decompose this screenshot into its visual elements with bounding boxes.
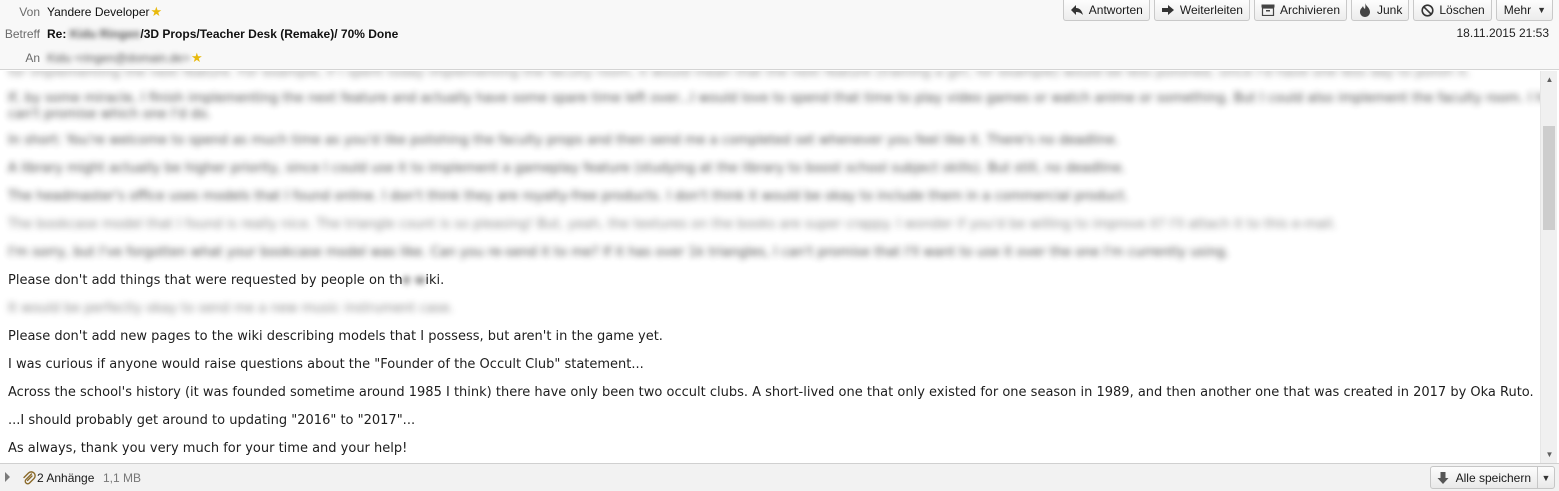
- body-paragraph: I'm sorry, but I've forgotten what your …: [8, 245, 1230, 260]
- more-button[interactable]: Mehr ▼: [1495, 0, 1553, 21]
- body-paragraph-wiki: Please don't add things that were reques…: [8, 273, 444, 289]
- save-all-label: Alle speichern: [1455, 470, 1531, 485]
- message-toolbar: Antworten Weiterleiten Archivieren Junk …: [1062, 0, 1553, 21]
- body-paragraph: If, by some miracle, I finish implementi…: [8, 91, 1540, 106]
- body-paragraph: The headmaster's office uses models that…: [8, 189, 1129, 204]
- message-header: Von Yandere Developer ★ Betreff Re: Kidu…: [0, 0, 1559, 70]
- vertical-scrollbar[interactable]: ▲ ▼: [1540, 71, 1557, 463]
- paperclip-icon: [22, 471, 36, 485]
- chevron-down-icon[interactable]: ▼: [1538, 467, 1554, 488]
- to-label: An: [25, 51, 40, 65]
- body-paragraph: Across the school's history (it was foun…: [8, 385, 1534, 400]
- chevron-down-icon: ▼: [1537, 5, 1546, 15]
- forward-button[interactable]: Weiterleiten: [1153, 0, 1250, 21]
- archive-icon: [1260, 2, 1276, 18]
- save-all-button[interactable]: Alle speichern: [1431, 467, 1538, 488]
- star-icon[interactable]: ★: [191, 50, 203, 66]
- subject-value: Re: Kidu Ringen/3D Props/Teacher Desk (R…: [47, 27, 398, 41]
- from-sender[interactable]: Yandere Developer: [47, 5, 150, 19]
- more-label: Mehr: [1503, 3, 1532, 17]
- attachment-size: 1,1 MB: [103, 471, 142, 485]
- junk-flame-icon: [1357, 2, 1373, 18]
- delete-label: Löschen: [1439, 3, 1485, 17]
- subject-rest: /3D Props/Teacher Desk (Remake)/ 70% Don…: [140, 27, 399, 41]
- junk-label: Junk: [1377, 3, 1403, 17]
- delete-icon: [1419, 2, 1435, 18]
- expand-attachments-icon[interactable]: [5, 472, 10, 482]
- attachment-count[interactable]: 2 Anhänge: [37, 471, 94, 485]
- message-body[interactable]: for implementing the next feature. For e…: [0, 71, 1540, 463]
- junk-button[interactable]: Junk: [1351, 0, 1410, 21]
- body-paragraph: I was curious if anyone would raise ques…: [8, 357, 644, 372]
- archive-button[interactable]: Archivieren: [1253, 0, 1347, 21]
- subject-row: Betreff Re: Kidu Ringen/3D Props/Teacher…: [0, 23, 398, 45]
- body-paragraph: ...I should probably get around to updat…: [8, 413, 416, 428]
- scrollbar-thumb[interactable]: [1543, 126, 1555, 230]
- attachment-bar: 2 Anhänge 1,1 MB Alle speichern ▼: [0, 463, 1559, 491]
- download-arrow-icon: [1435, 470, 1451, 486]
- scroll-up-arrow-icon[interactable]: ▲: [1541, 71, 1558, 88]
- body-paragraph: As always, thank you very much for your …: [8, 441, 408, 456]
- forward-label: Weiterleiten: [1179, 3, 1243, 17]
- subject-label: Betreff: [4, 27, 40, 41]
- archive-label: Archivieren: [1279, 3, 1340, 17]
- star-icon[interactable]: ★: [151, 4, 163, 20]
- to-row: An Kidu <ringen@domain.de> ★: [0, 47, 203, 69]
- body-paragraph: It would be perfectly okay to send me a …: [8, 301, 454, 316]
- reply-label: Antworten: [1088, 3, 1143, 17]
- body-paragraph: for implementing the next feature. For e…: [8, 71, 1471, 80]
- scroll-down-arrow-icon[interactable]: ▼: [1541, 446, 1558, 463]
- reply-button[interactable]: Antworten: [1062, 0, 1150, 21]
- body-paragraph: Please don't add new pages to the wiki d…: [8, 329, 663, 344]
- forward-icon: [1160, 2, 1176, 18]
- body-paragraph: A library might actually be higher prior…: [8, 161, 1126, 176]
- wiki-text-blurred: e w: [402, 273, 426, 288]
- subject-prefix: Re:: [47, 27, 67, 41]
- message-date: 18.11.2015 21:53: [1456, 26, 1549, 40]
- from-label: Von: [19, 5, 40, 19]
- delete-button[interactable]: Löschen: [1413, 0, 1492, 21]
- body-paragraph: In short: You're welcome to spend as muc…: [8, 133, 1120, 148]
- wiki-text-end: iki.: [425, 273, 445, 288]
- from-row: Von Yandere Developer ★: [0, 1, 162, 23]
- to-recipient[interactable]: Kidu <ringen@domain.de>: [47, 51, 190, 65]
- body-paragraph: can't promise which one I'd do.: [8, 107, 211, 122]
- reply-icon: [1069, 2, 1085, 18]
- save-all-group: Alle speichern ▼: [1429, 466, 1555, 489]
- wiki-text-start: Please don't add things that were reques…: [8, 273, 403, 288]
- subject-redacted: Kidu Ringen: [69, 27, 141, 41]
- body-paragraph: The bookcase model that I found is reall…: [8, 217, 1337, 232]
